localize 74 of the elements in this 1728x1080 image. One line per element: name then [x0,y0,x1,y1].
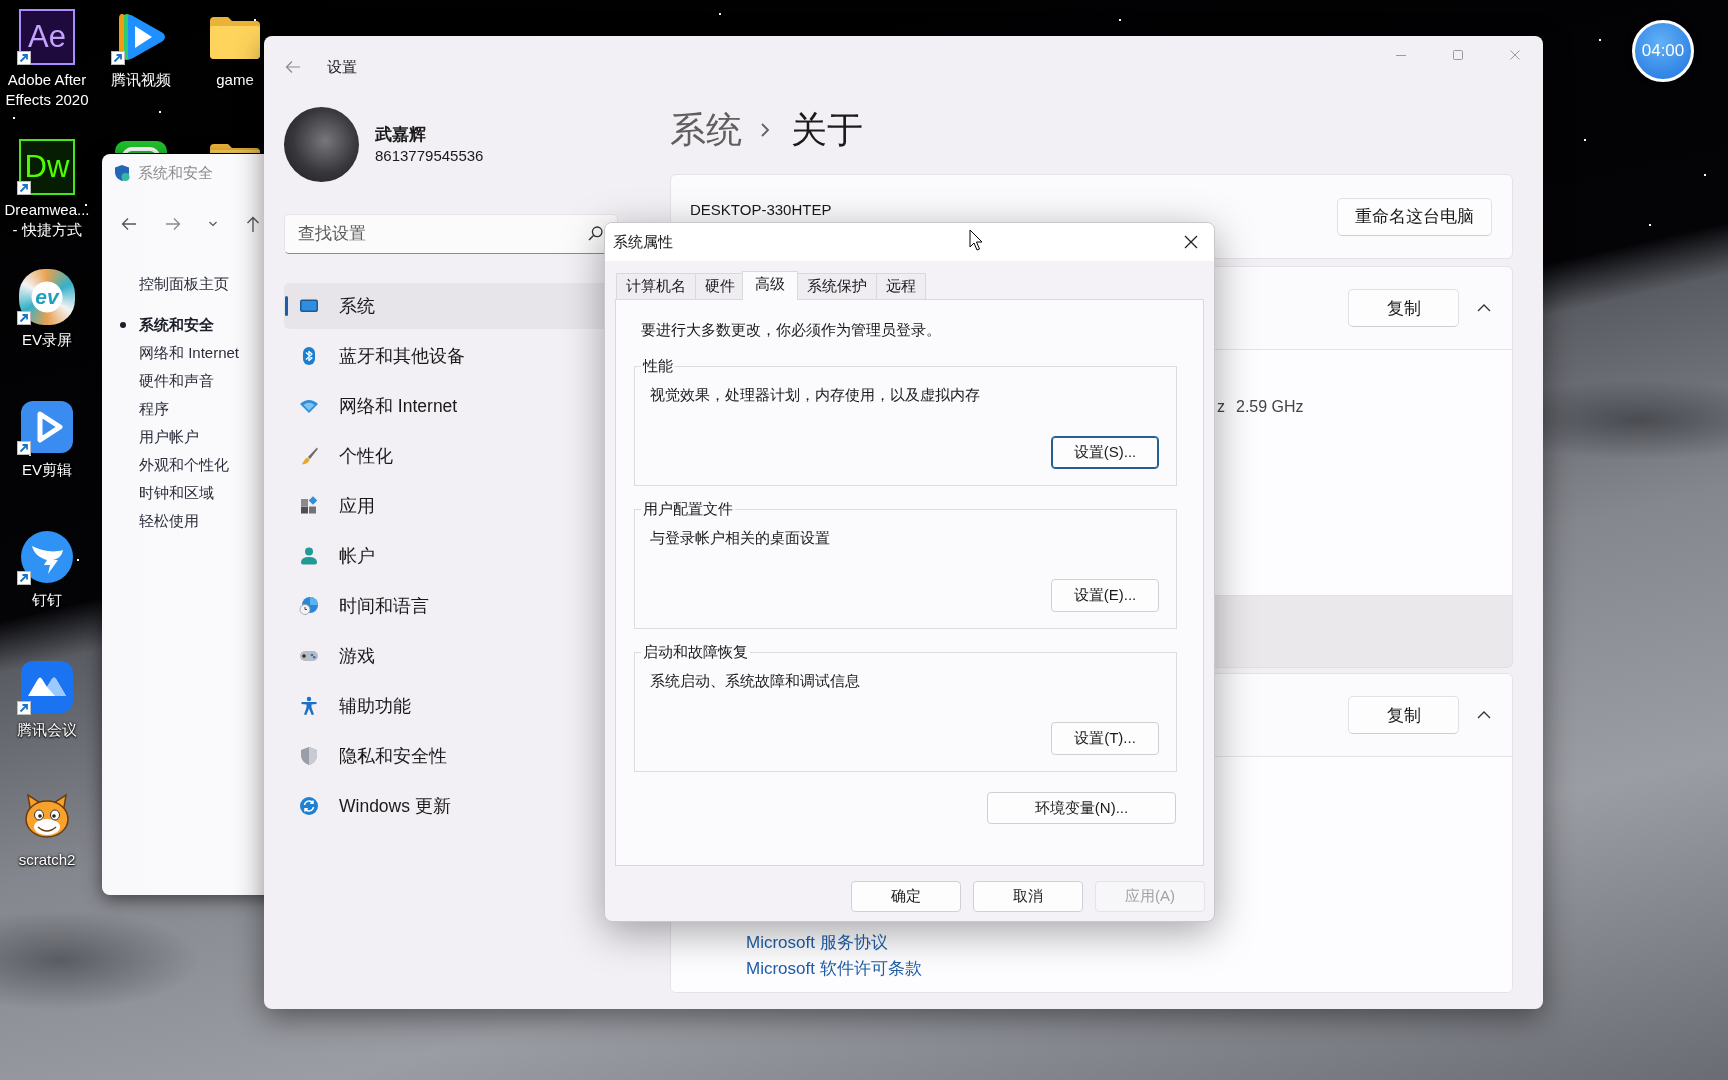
spec-text: z [1217,397,1225,417]
person-icon [299,546,319,566]
home-link[interactable]: 控制面板主页 [116,270,229,298]
category-link[interactable]: 时钟和区域 [116,479,214,507]
user-name: 武嘉辉 [375,123,427,146]
brush-icon [299,446,319,466]
settings-button[interactable]: 设置(E)... [1051,579,1159,612]
tab[interactable]: 计算机名 [616,273,696,299]
desktop-icon-label: 腾讯视频 [110,70,172,90]
play-tile-icon[interactable] [19,399,75,455]
window-title: 系统和安全 [138,163,213,183]
rename-button[interactable]: 重命名这台电脑 [1337,197,1492,236]
category-link[interactable]: 系统和安全 [116,311,214,339]
link[interactable]: Microsoft 软件许可条款 [746,956,922,982]
category-link[interactable]: 轻松使用 [116,507,199,535]
page-title: 关于 [791,108,863,152]
group-description: 系统启动、系统故障和调试信息 [650,671,861,691]
device-name: DESKTOP-330HTEP [690,201,832,220]
mountain-tile-icon[interactable] [19,659,75,715]
group-description: 与登录帐户相关的桌面设置 [650,528,831,548]
bullet-icon [120,322,126,328]
group-label: 性能 [641,356,674,376]
cursor-icon [969,229,983,251]
desktop-icon-label: Adobe After Effects 2020 [4,70,90,110]
globe-clock-icon [299,596,319,616]
desktop-icon-label: Dreamwea... - 快捷方式 [3,200,91,240]
copy-button[interactable]: 复制 [1348,289,1459,327]
app-logo[interactable]: Ae [19,9,75,65]
tab[interactable]: 硬件 [695,273,745,299]
forward-arrow-icon[interactable] [164,215,182,233]
group-description: 视觉效果，处理器计划，内存使用，以及虚拟内存 [650,385,981,405]
category-link[interactable]: 网络和 Internet [116,339,240,367]
group-label: 用户配置文件 [642,499,734,519]
notice-text: 要进行大多数更改，你必须作为管理员登录。 [640,320,942,340]
app-logo[interactable]: Dw [19,139,75,195]
tab[interactable]: 高级 [742,271,798,300]
up-arrow-icon[interactable] [244,215,262,233]
dialog-button[interactable]: 取消 [973,881,1083,912]
app-title: 设置 [327,57,357,77]
desktop-icon-label: EV录屏 [21,330,73,350]
link[interactable]: Microsoft 服务协议 [746,930,888,956]
search-icon[interactable] [588,226,603,241]
chevron-up-icon[interactable] [1477,710,1491,720]
user-account: 8613779545536 [375,145,484,166]
desktop-icon-label: EV剪辑 [21,460,73,480]
desktop-icon-label: scratch2 [17,850,77,870]
spec-text: 2.59 GHz [1236,397,1304,417]
desktop-icon-label: 腾讯会议 [16,720,78,740]
category-link[interactable]: 外观和个性化 [116,451,229,479]
category-link[interactable]: 用户帐户 [116,423,199,451]
category-link[interactable]: 硬件和声音 [116,367,214,395]
breadcrumb-link[interactable]: 系统 [670,108,742,152]
wing-logo-icon[interactable] [19,529,75,585]
category-link[interactable]: 程序 [116,395,169,423]
group-label: 启动和故障恢复 [642,642,749,662]
settings-button[interactable]: 设置(S)... [1051,436,1159,469]
chevron-up-icon[interactable] [1477,303,1491,313]
copy-button[interactable]: 复制 [1348,696,1459,734]
tab[interactable]: 远程 [876,273,926,299]
desktop-icon-label: game [215,70,255,90]
dialog-button[interactable]: 确定 [851,881,961,912]
refresh-icon [299,796,319,816]
desktop-icon-label: 钉钉 [31,590,63,610]
shield-icon [113,164,131,182]
app-tile-icon[interactable] [113,139,169,153]
app-tiles-icon [299,496,319,516]
shield-icon [299,746,319,766]
tab[interactable]: 系统保护 [797,273,877,299]
accessibility-icon [299,696,319,716]
close-icon[interactable] [1184,235,1198,249]
settings-button[interactable]: 设置(T)... [1051,722,1159,755]
chevron-right-icon [760,122,770,138]
back-arrow-icon[interactable] [120,215,138,233]
environment-variables-button[interactable]: 环境变量(N)... [987,792,1176,824]
